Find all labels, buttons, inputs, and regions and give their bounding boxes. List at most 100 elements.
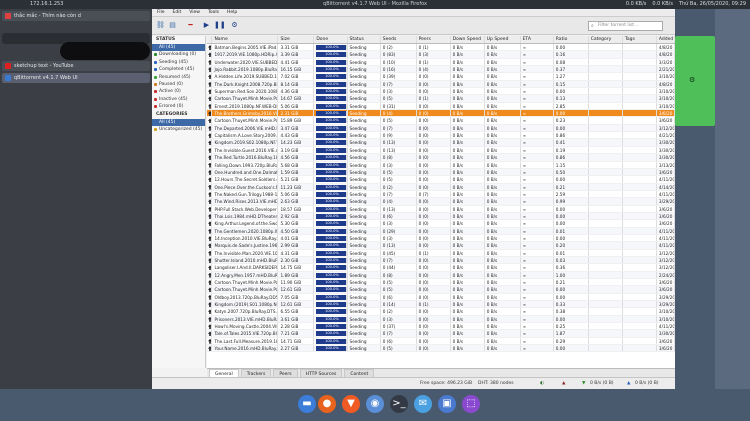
table-row[interactable]: Superman.Red.Son.2020.1080p.B...4.36 GiB… (207, 88, 675, 96)
add-torrent-icon[interactable]: ▤ (168, 21, 177, 30)
progress-bar: 100.0% (316, 338, 347, 344)
firefox-icon[interactable]: ● (318, 395, 336, 413)
table-row[interactable]: 14.Inception.2010.VIE.BluRay.108...4.01 … (207, 234, 675, 243)
table-row[interactable]: One.Piece.Over.the.Cuckoo's.Nest...11.23… (207, 183, 675, 191)
table-row[interactable]: Kingdom.2019.S02.1080p.NF.WE...14.23 GiB… (207, 139, 675, 147)
tab-trackers[interactable]: Trackers (240, 369, 272, 377)
table-row[interactable]: The.Last.Full.Measure.2019.1080...14.71 … (207, 337, 675, 346)
cell-name: 12.Hours.The.Secret.Soldiers.of.B... (214, 176, 279, 183)
table-row[interactable]: Shutter.Island.2010.mHD.BluRay...2.30 Gi… (207, 256, 675, 265)
table-row[interactable]: Marquis.de.Sade's.Justine.1969.m...2.99 … (207, 242, 675, 250)
mail-icon[interactable]: ✉ (414, 395, 432, 413)
table-row[interactable]: Thai.Lsis.1984.mHD.DTheater.DD...2.92 Gi… (207, 212, 675, 221)
sidebar-filter-item[interactable]: Errored (0) (152, 103, 205, 110)
filter-input[interactable]: ⌕ Filter torrent list... (588, 21, 663, 31)
resume-icon[interactable]: ▶ (202, 21, 211, 30)
table-row[interactable]: Falling.Down.1993.720p.BluRay.x...5.68 G… (207, 161, 675, 169)
sidebar-filter-item[interactable]: Active (0) (152, 88, 205, 95)
column-header[interactable]: Down Speed (451, 36, 485, 43)
column-header[interactable]: Added On (657, 36, 675, 43)
sidebar-filter-item[interactable]: Completed (45) (152, 66, 205, 73)
sidebar-filter-item[interactable]: All (45) (152, 44, 205, 52)
side-widget[interactable]: ⚙ (675, 36, 715, 126)
tab-http-sources[interactable]: HTTP Sources (299, 369, 343, 377)
table-row[interactable]: A.Hidden.Life.2019.SUBBED.108...7.02 GiB… (207, 73, 675, 81)
delete-icon[interactable]: ━ (186, 21, 195, 30)
terminal-icon[interactable]: >_ (390, 395, 408, 413)
table-row[interactable]: 12.Angry.Men.1957.mHD.BluRay...1.89 GiB1… (207, 271, 675, 279)
sidebar-filter-item[interactable]: Seeding (45) (152, 59, 205, 66)
sidebar-filter-item[interactable]: Inactive (45) (152, 96, 205, 103)
table-row[interactable]: PHP.Full.Stack.Web.Developer 18.57 GiB 100… (207, 205, 675, 213)
table-row[interactable]: Howl's.Moving.Castle.2004.VIE.B...2.28 G… (207, 323, 675, 331)
table-row[interactable]: Underwater.2020.VIE.SUBBED.10...4.41 GiB… (207, 58, 675, 67)
sidebar-filter-item[interactable]: All (45) (152, 118, 205, 126)
menu-file[interactable]: File (157, 9, 165, 16)
table-row[interactable]: Tale.of.Tales.2015.VIE.720p.BluR...7.21 … (207, 330, 675, 338)
brave-icon[interactable]: ▼ (342, 395, 360, 413)
add-link-icon[interactable]: ⛓ (156, 21, 165, 30)
chrome-icon[interactable]: ◉ (366, 395, 384, 413)
table-row[interactable]: 12.Hours.The.Secret.Soldiers.of.B...5.21… (207, 176, 675, 184)
column-header[interactable]: Ratio (554, 36, 589, 43)
sidebar-filter-item[interactable]: Paused (0) (152, 81, 205, 88)
table-row[interactable]: The.Wind.Rises.2013.VIE.mHD.Bl...2.63 Gi… (207, 198, 675, 206)
table-row[interactable]: Ernest.2019.1080p.NF.WEB-DL... 5.06 GiB 10… (207, 102, 675, 111)
browser-tab[interactable]: sketchup text - YouTube (2, 61, 150, 71)
table-row[interactable]: Cartoon.Thuyet.Minh.Movie.Pack...11.90 G… (207, 279, 675, 287)
tab-general[interactable]: General (209, 369, 239, 377)
clock[interactable]: Thứ Ba, 26/05/2020, 09:29 (679, 0, 746, 9)
table-row[interactable]: Your.Name.2016.mHD.BluRay.DD...2.27 GiB1… (207, 345, 675, 353)
table-row[interactable]: One.Hundred.and.One.Dalmatian...1.59 GiB… (207, 168, 675, 177)
table-row[interactable]: Capitalism.A.Love.Story.2009.720...4.43 … (207, 132, 675, 140)
column-header[interactable]: Size (278, 36, 315, 43)
table-row[interactable]: King.Arthur.Legend.of.the.Sword.2...5.30… (207, 220, 675, 228)
table-row[interactable]: Kingdom.(2019).S01.1080p.NF.W...12.61 Gi… (207, 301, 675, 309)
gear-icon[interactable]: ⚙ (689, 76, 695, 84)
column-header[interactable]: Up Speed (485, 36, 521, 43)
tab-content[interactable]: Content (344, 369, 375, 377)
table-row[interactable]: The.Invisible.Guest.2016.VIE.mH...3.19 G… (207, 146, 675, 155)
menu-view[interactable]: View (189, 9, 200, 16)
cell-size: 3.47 GiB (278, 124, 315, 132)
table-row[interactable]: The.Dark.Knight.2008.720p.BluRa...8.14 G… (207, 80, 675, 89)
table-row[interactable]: The.Brothers.Grimsby.2016.VIE.iP...2.31 … (207, 110, 675, 118)
files-icon[interactable]: ▬ (298, 395, 316, 413)
options-icon[interactable]: ⚙ (230, 21, 239, 30)
browser-tab[interactable]: thắc mắc - Thím nào còn d (2, 11, 150, 21)
table-row[interactable]: Cartoon.Thuyet.Minh.Movie.Pack...12.61 G… (207, 286, 675, 294)
column-header[interactable]: Status (348, 36, 381, 43)
menu-help[interactable]: Help (227, 9, 237, 16)
table-row[interactable]: The.Departed.2006.VIE.mHD.Blu...3.47 GiB… (207, 124, 675, 133)
table-row[interactable]: Langoliser.I.And.II.DARKSIDER'S... 14.75 … (207, 264, 675, 272)
tab-peers[interactable]: Peers (273, 369, 298, 377)
table-row[interactable]: The.Gentlemen.2020.1080p.WEB-...4.50 GiB… (207, 227, 675, 235)
table-row[interactable]: 1917.2019.VIE.1080p.HDRip.AC3...3.39 GiB… (207, 51, 675, 59)
table-row[interactable]: Cartoon.Thuyet.Minh.Movie.Pack...14.67 G… (207, 95, 675, 103)
menu-edit[interactable]: Edit (173, 9, 182, 16)
table-row[interactable]: Oldboy.2013.720p.BluRay.DD5.1...7.05 GiB… (207, 293, 675, 302)
sidebar-filter-item[interactable]: Resumed (45) (152, 74, 205, 81)
pause-icon[interactable]: ❚❚ (214, 21, 226, 30)
table-row[interactable]: The.Red.Turtle.2016.BluRay.1080...4.56 G… (207, 154, 675, 162)
table-row[interactable]: Cartoon.Thuyet.Minh.Movie.Pack...15.89 G… (207, 117, 675, 125)
screenshot-icon[interactable]: ⬚ (462, 395, 480, 413)
sidebar-filter-item[interactable]: Uncategorized (45) (152, 126, 205, 133)
column-header[interactable]: ETA (521, 36, 554, 43)
column-header[interactable]: Seeds (381, 36, 417, 43)
sidebar-filter-item[interactable]: Downloading (0) (152, 51, 205, 58)
column-header[interactable]: Peers (417, 36, 451, 43)
column-header[interactable]: Category (589, 36, 623, 43)
table-row[interactable]: The.Invisible.Man.2020.VIE.1080p...4.31 … (207, 249, 675, 257)
remote-desktop-icon[interactable]: ▣ (438, 395, 456, 413)
table-row[interactable]: Prisoners.2013.VIE.mHD.BluRay... 3.61 GiB… (207, 315, 675, 324)
table-row[interactable]: Batman.Begins.2005.VIE.iPad.72...3.31 Gi… (207, 44, 675, 52)
column-header[interactable]: Tags (623, 36, 657, 43)
table-row[interactable]: The.Naked.Gun.Trilogy.1988-1994...5.06 G… (207, 190, 675, 199)
browser-tab-active[interactable]: qBittorrent v4.1.7 Web UI (2, 73, 150, 83)
table-row[interactable]: Jojo.Rabbit.2019.1080p.BluRay.D...16.15 … (207, 66, 675, 74)
column-header[interactable]: Done (314, 36, 348, 43)
column-header[interactable]: Name (212, 36, 279, 43)
menu-tools[interactable]: Tools (208, 9, 219, 16)
table-row[interactable]: Katyn.2007.720p.BluRay.DTS.x26...6.55 Gi… (207, 308, 675, 316)
